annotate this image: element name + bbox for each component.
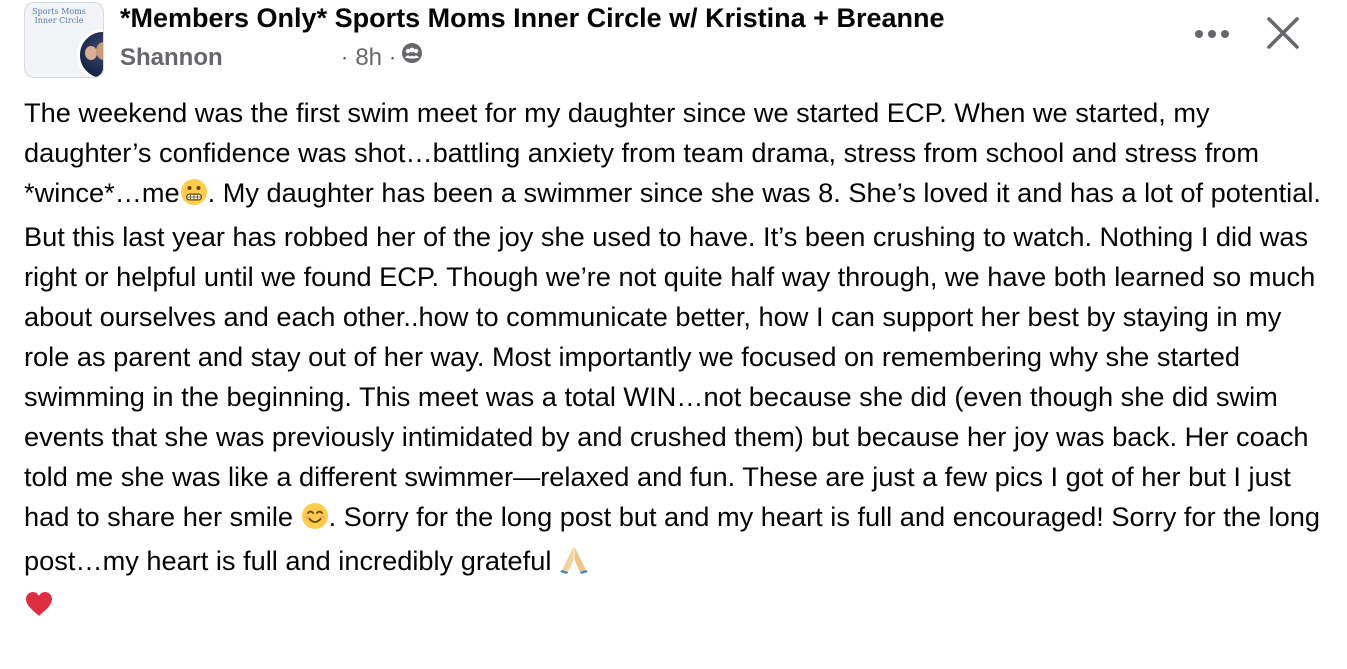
post-card: Sports Moms Inner Circle *Members Only* … <box>0 0 1347 669</box>
post-timestamp[interactable]: · 8h · <box>341 44 397 71</box>
author-avatar[interactable] <box>77 29 103 77</box>
post-body-text: The weekend was the first swim meet for … <box>24 93 1324 629</box>
post-meta: Shannon · 8h · <box>120 42 423 72</box>
smiling-face-icon <box>301 501 329 541</box>
group-name-link[interactable]: *Members Only* Sports Moms Inner Circle … <box>120 3 945 34</box>
group-members-icon <box>401 42 423 71</box>
author-name-link[interactable]: Shannon <box>120 44 223 71</box>
group-avatar[interactable]: Sports Moms Inner Circle <box>24 2 104 78</box>
more-options-button[interactable] <box>1188 20 1236 50</box>
group-avatar-logo-text: Sports Moms Inner Circle <box>32 7 86 25</box>
grimacing-face-icon <box>180 177 208 217</box>
body-text-part: . My daughter has been a swimmer since s… <box>24 177 1321 532</box>
red-heart-icon <box>24 589 54 629</box>
more-horizontal-icon <box>1194 26 1230 44</box>
close-button[interactable] <box>1262 14 1304 56</box>
avatar-face-center <box>96 42 103 60</box>
post-header: Sports Moms Inner Circle *Members Only* … <box>0 0 1347 90</box>
folded-hands-icon <box>559 544 589 585</box>
close-icon <box>1266 16 1300 55</box>
